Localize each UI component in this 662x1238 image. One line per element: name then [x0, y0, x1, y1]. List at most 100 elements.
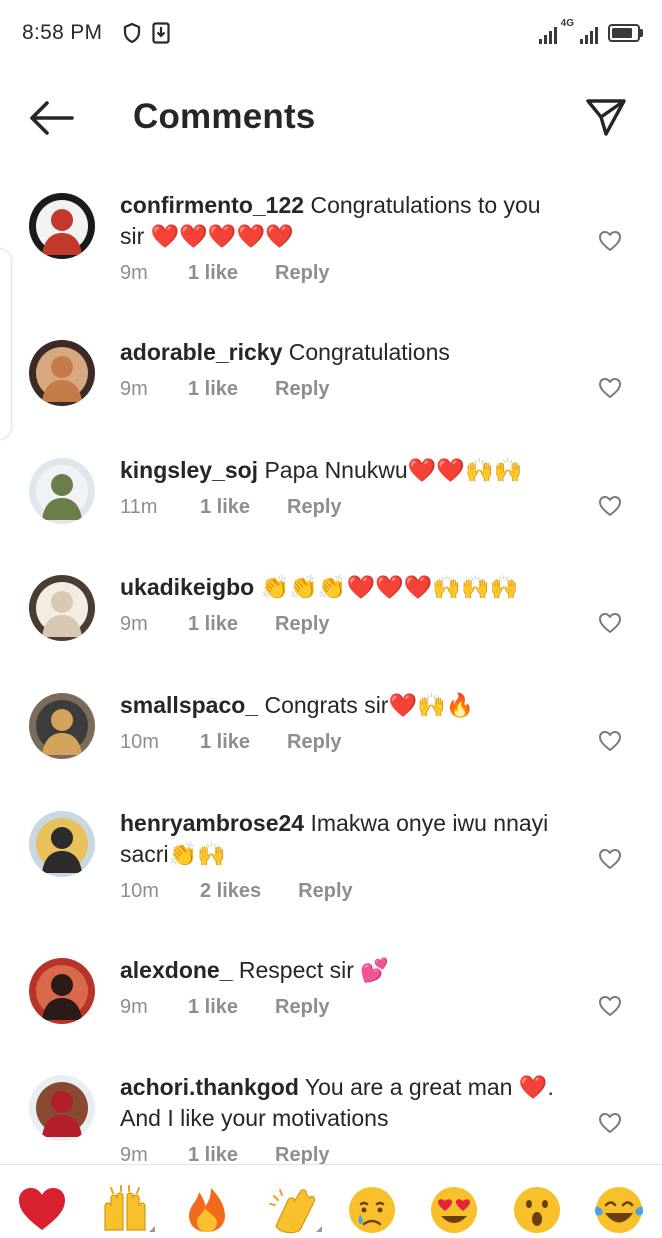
clapping-hands-emoji-icon[interactable]	[266, 1184, 322, 1236]
comment-likes[interactable]: 1 like	[200, 496, 250, 519]
avatar[interactable]	[29, 575, 95, 641]
comment-meta: 11m 1 like Reply	[120, 496, 560, 519]
reply-button[interactable]: Reply	[287, 731, 341, 754]
comment-meta: 9m 1 like Reply	[120, 613, 560, 636]
heart-outline-icon[interactable]	[598, 1112, 622, 1134]
reply-button[interactable]: Reply	[275, 996, 329, 1019]
crying-face-emoji-icon[interactable]	[346, 1184, 398, 1236]
comment-text: henryambrose24 Imakwa onye iwu nnayi sac…	[120, 808, 560, 870]
comment-time: 9m	[120, 996, 148, 1018]
comment-meta: 9m 1 like Reply	[120, 996, 560, 1019]
arrow-left-icon[interactable]	[26, 98, 76, 138]
reply-button[interactable]: Reply	[275, 1144, 329, 1164]
comment-time: 9m	[120, 613, 148, 635]
comment-time: 9m	[120, 262, 148, 284]
heart-outline-icon[interactable]	[598, 495, 622, 517]
comment-text: achori.thankgod You are a great man ❤️. …	[120, 1072, 560, 1134]
comment-meta: 9m 1 like Reply	[120, 378, 560, 401]
comment-message: 👏👏👏❤️❤️❤️🙌🙌🙌	[260, 574, 519, 600]
comment-text: adorable_ricky Congratulations	[120, 337, 560, 368]
avatar[interactable]	[29, 1075, 95, 1141]
header: Comments	[0, 80, 662, 156]
heart-outline-icon[interactable]	[598, 730, 622, 752]
heart-outline-icon[interactable]	[598, 995, 622, 1017]
heart-outline-icon[interactable]	[598, 612, 622, 634]
comment-message: Congrats sir❤️🙌🔥	[264, 692, 475, 718]
comment-body: henryambrose24 Imakwa onye iwu nnayi sac…	[120, 808, 560, 903]
comment-message: Congratulations	[288, 339, 450, 365]
comment-text: kingsley_soj Papa Nnukwu❤️❤️🙌🙌	[120, 455, 560, 486]
comment-time: 9m	[120, 1144, 148, 1164]
heart-outline-icon[interactable]	[598, 848, 622, 870]
comment-username[interactable]: alexdone_	[120, 957, 233, 983]
comment-username[interactable]: adorable_ricky	[120, 339, 282, 365]
comment-meta: 10m 2 likes Reply	[120, 880, 560, 903]
comments-screen: 8:58 PM 4G Comments confirmento_122 Cong…	[0, 0, 662, 1238]
avatar[interactable]	[29, 340, 95, 406]
comment-body: achori.thankgod You are a great man ❤️. …	[120, 1072, 560, 1164]
reply-button[interactable]: Reply	[275, 613, 329, 636]
download-icon	[152, 22, 170, 44]
comment-time: 10m	[120, 731, 159, 753]
comment-text: alexdone_ Respect sir 💕	[120, 955, 560, 986]
comment-likes[interactable]: 1 like	[188, 613, 238, 636]
comment-username[interactable]: confirmento_122	[120, 192, 304, 218]
avatar[interactable]	[29, 458, 95, 524]
raising-hands-emoji-icon[interactable]	[99, 1184, 155, 1236]
comment-username[interactable]: henryambrose24	[120, 810, 304, 836]
avatar[interactable]	[29, 958, 95, 1024]
comment-text: confirmento_122 Congratulations to you s…	[120, 190, 560, 252]
comment-likes[interactable]: 1 like	[200, 731, 250, 754]
avatar[interactable]	[29, 811, 95, 877]
avatar[interactable]	[29, 193, 95, 259]
heart-eyes-emoji-icon[interactable]	[428, 1184, 480, 1236]
comment-meta: 10m 1 like Reply	[120, 731, 560, 754]
comment-meta: 9m 1 like Reply	[120, 262, 560, 285]
avatar[interactable]	[29, 693, 95, 759]
status-bar: 8:58 PM 4G	[0, 0, 662, 66]
comment-text: ukadikeigbo 👏👏👏❤️❤️❤️🙌🙌🙌	[120, 572, 560, 603]
red-heart-emoji-icon[interactable]	[16, 1184, 68, 1236]
battery-icon	[608, 24, 643, 42]
reply-button[interactable]: Reply	[298, 880, 352, 903]
comment-body: confirmento_122 Congratulations to you s…	[120, 190, 560, 285]
comment-time: 11m	[120, 496, 158, 518]
status-indicators: 4G	[538, 18, 643, 44]
comment-time: 10m	[120, 880, 159, 902]
comment-body: smallspaco_ Congrats sir❤️🙌🔥 10m 1 like Rep…	[120, 690, 560, 754]
comment-time: 9m	[120, 378, 148, 400]
comment-likes[interactable]: 1 like	[188, 378, 238, 401]
comment-body: adorable_ricky Congratulations 9m 1 like Re…	[120, 337, 560, 401]
comment-body: ukadikeigbo 👏👏👏❤️❤️❤️🙌🙌🙌 9m 1 like Reply	[120, 572, 560, 636]
comment-username[interactable]: smallspaco_	[120, 692, 258, 718]
fire-emoji-icon[interactable]	[181, 1184, 233, 1236]
signal-icon	[538, 24, 557, 44]
paper-plane-icon[interactable]	[584, 95, 628, 139]
reply-button[interactable]: Reply	[287, 496, 341, 519]
comment-body: alexdone_ Respect sir 💕 9m 1 like Reply	[120, 955, 560, 1019]
network-type: 4G	[560, 18, 574, 29]
signal-icon	[580, 24, 598, 44]
status-time: 8:58 PM	[22, 21, 103, 44]
shield-icon	[123, 22, 141, 44]
comment-likes[interactable]: 1 like	[188, 262, 238, 285]
comment-list[interactable]: confirmento_122 Congratulations to you s…	[0, 172, 662, 1164]
page-title: Comments	[133, 97, 316, 136]
comment-meta: 9m 1 like Reply	[120, 1144, 560, 1164]
tears-of-joy-emoji-icon[interactable]	[593, 1184, 645, 1236]
comment-body: kingsley_soj Papa Nnukwu❤️❤️🙌🙌 11m 1 like R…	[120, 455, 560, 519]
comment-likes[interactable]: 2 likes	[200, 880, 261, 903]
comment-message: Respect sir 💕	[238, 957, 389, 983]
comment-username[interactable]: kingsley_soj	[120, 457, 258, 483]
reply-button[interactable]: Reply	[275, 378, 329, 401]
comment-username[interactable]: ukadikeigbo	[120, 574, 254, 600]
comment-likes[interactable]: 1 like	[188, 1144, 238, 1164]
heart-outline-icon[interactable]	[598, 230, 622, 252]
comment-likes[interactable]: 1 like	[188, 996, 238, 1019]
open-mouth-emoji-icon[interactable]	[511, 1184, 563, 1236]
comment-username[interactable]: achori.thankgod	[120, 1074, 299, 1100]
reply-button[interactable]: Reply	[275, 262, 329, 285]
heart-outline-icon[interactable]	[598, 377, 622, 399]
emoji-reaction-bar	[0, 1164, 662, 1238]
comment-text: smallspaco_ Congrats sir❤️🙌🔥	[120, 690, 560, 721]
